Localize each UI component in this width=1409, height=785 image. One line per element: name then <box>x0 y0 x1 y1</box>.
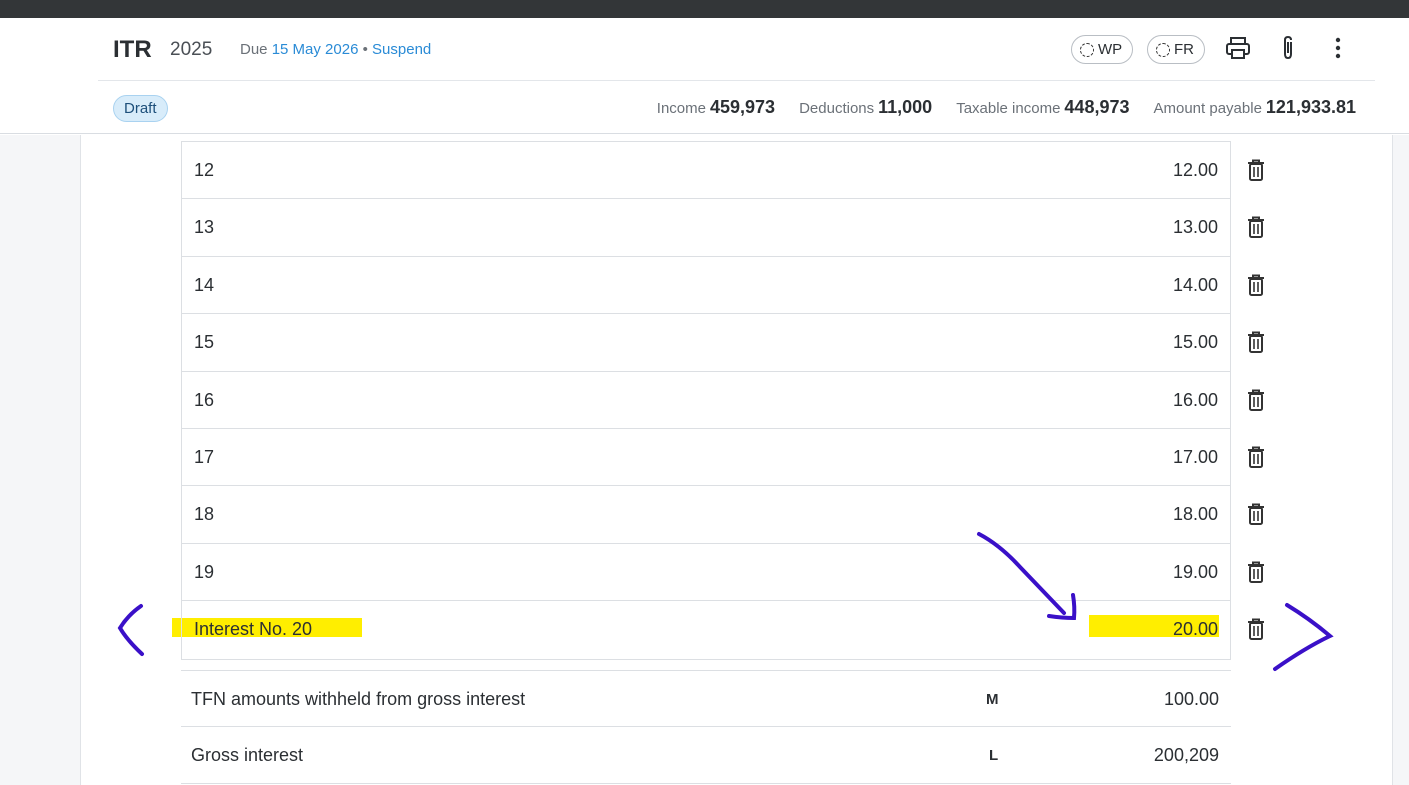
suspend-link[interactable]: Suspend <box>372 41 431 58</box>
return-header: ITR 2025 Due 15 May 2026 • Suspend WP FR <box>0 18 1409 134</box>
print-icon <box>1226 37 1250 59</box>
left-chevron-annotation <box>117 604 144 656</box>
due-date-link[interactable]: 15 May 2026 <box>272 41 359 58</box>
dashed-circle-icon <box>1156 42 1170 57</box>
wp-pill-button[interactable]: WP <box>1071 35 1134 64</box>
stat-value: 11,000 <box>878 97 933 117</box>
annotation-overlay <box>117 532 1334 671</box>
more-options-button[interactable] <box>1323 33 1353 63</box>
stat-taxable-income: Taxable income 448,973 <box>956 97 1129 118</box>
stat-amount-payable: Amount payable 121,933.81 <box>1154 97 1357 118</box>
fr-pill-button[interactable]: FR <box>1147 35 1205 64</box>
due-prefix: Due <box>240 41 268 58</box>
dashed-circle-icon <box>1080 42 1094 57</box>
stat-value: 459,973 <box>710 97 776 117</box>
stat-label: Amount payable <box>1153 100 1262 117</box>
due-info: Due 15 May 2026 • Suspend <box>240 41 431 58</box>
header-title-row: ITR 2025 Due 15 May 2026 • Suspend WP FR <box>98 18 1375 81</box>
paperclip-icon <box>1284 35 1292 60</box>
wp-pill-label: WP <box>1098 41 1123 58</box>
stat-income: Income 459,973 <box>657 97 775 118</box>
main-content: 12 12.00 13 13.00 14 14.00 15 15.00 16 16.00 … <box>0 135 1409 785</box>
print-button[interactable] <box>1223 33 1253 63</box>
arrow-annotation <box>977 532 1066 615</box>
page-title: ITR <box>113 36 152 63</box>
fr-pill-label: FR <box>1174 41 1194 58</box>
return-stats: Income 459,973 Deductions 11,000 Taxable i… <box>657 97 1356 118</box>
header-summary-row: Draft Income 459,973 Deductions 11,000 Tax… <box>98 82 1375 134</box>
separator-dot: • <box>362 41 368 58</box>
stat-value: 448,973 <box>1064 97 1130 117</box>
right-chevron-annotation <box>1273 603 1334 671</box>
more-vertical-icon <box>1335 37 1341 59</box>
status-badge: Draft <box>113 95 168 122</box>
return-year: 2025 <box>170 39 213 60</box>
attach-button[interactable] <box>1273 33 1303 63</box>
stat-deductions: Deductions 11,000 <box>799 97 932 118</box>
window-top-bar <box>0 0 1409 18</box>
stat-label: Income <box>656 100 706 117</box>
stat-label: Taxable income <box>956 100 1061 117</box>
stat-value: 121,933.81 <box>1265 97 1356 117</box>
stat-label: Deductions <box>799 100 875 117</box>
